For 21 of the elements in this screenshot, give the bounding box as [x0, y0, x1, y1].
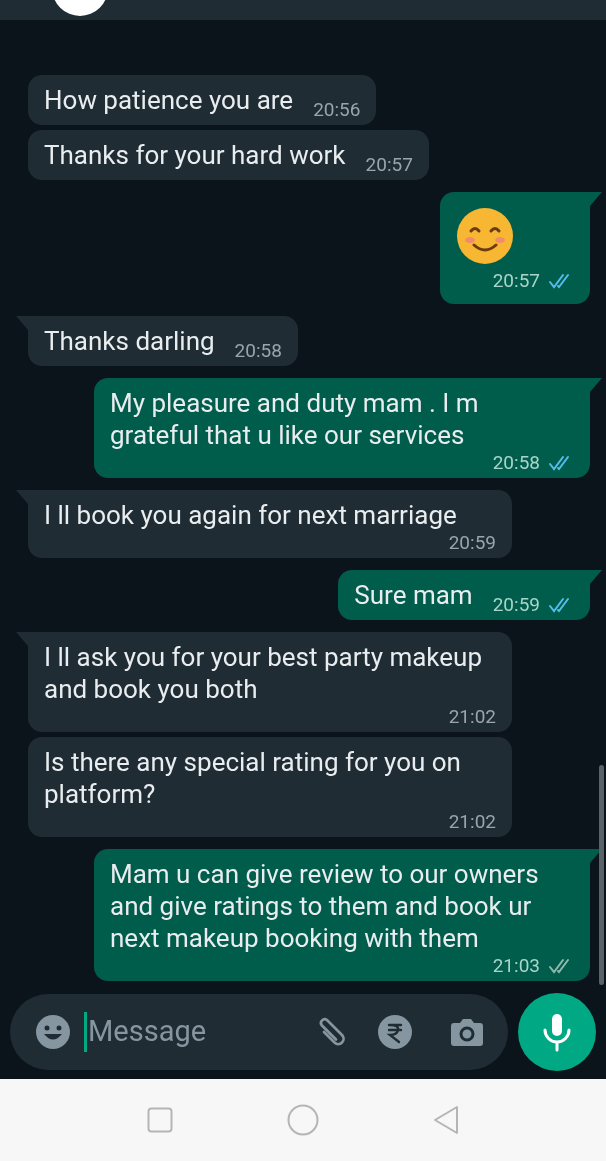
message-text: Thanks darling [44, 325, 215, 357]
message-field[interactable]: Message [88, 1010, 312, 1054]
message-text: My pleasure and duty mam . I m grateful that u like our services [110, 387, 480, 451]
message-text: Mam u can give review to our owners and give ratings to them and book ur next makeup booking with them [110, 858, 540, 954]
message-text: Sure mam [354, 579, 473, 611]
message-time: 20:58 [234, 339, 282, 363]
message-time: 20:56 [313, 97, 361, 122]
message-time: 21:02 [448, 810, 496, 834]
message-time: 21:02 [448, 705, 496, 729]
message-text: Thanks for your hard work [44, 138, 346, 171]
message-time: 20:59 [492, 593, 540, 617]
message-text: I ll book you again for next marriage [44, 499, 457, 531]
message-text: Is there any special rating for you on platform? [44, 746, 462, 810]
message-time: 20:57 [365, 152, 413, 177]
message-time: 20:59 [448, 531, 496, 555]
message-text: I ll ask you for your best party makeup and book you both [44, 641, 483, 705]
message-time: 21:03 [492, 954, 540, 978]
message-input[interactable]: Message [10, 994, 508, 1070]
message-text: How patience you are [44, 83, 294, 116]
message-time: 20:58 [492, 451, 540, 475]
message-time: 20:57 [492, 267, 540, 294]
